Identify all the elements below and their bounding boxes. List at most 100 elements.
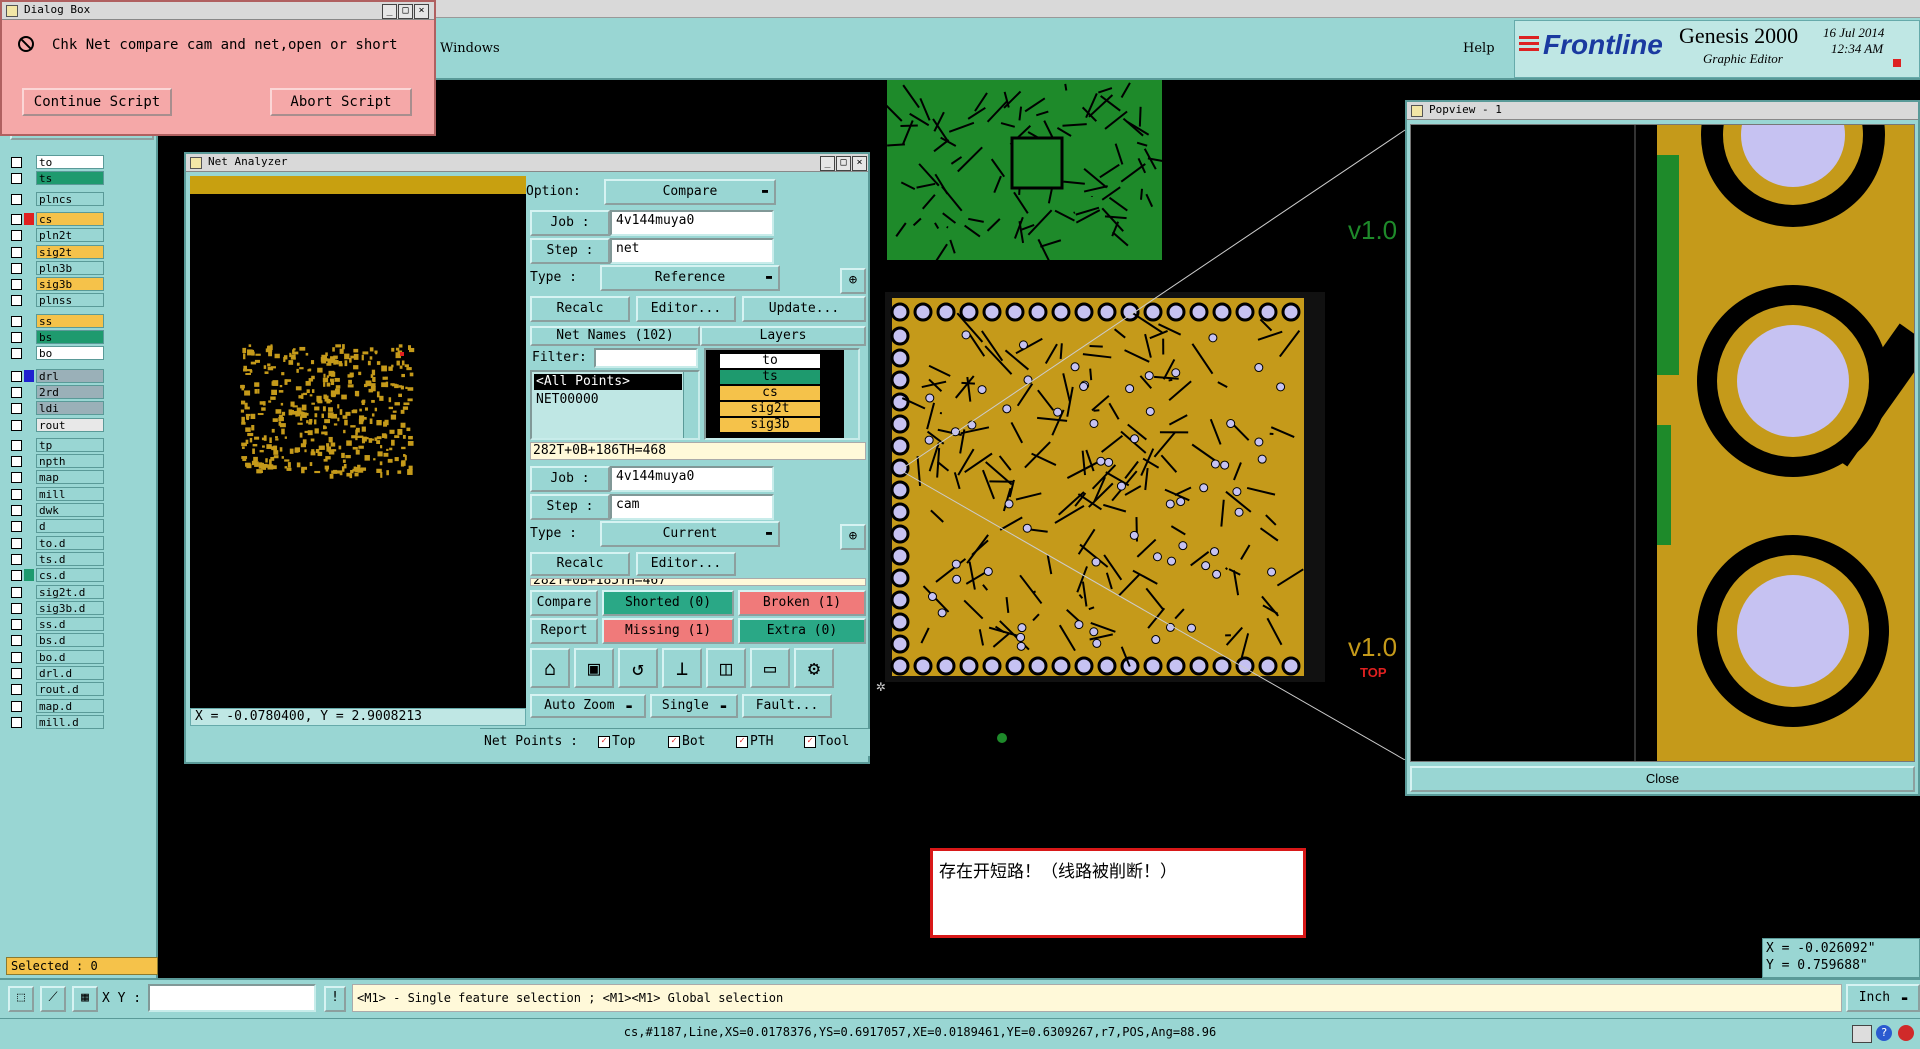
ruler-icon[interactable]: ▭ xyxy=(750,648,790,688)
layer-checkbox[interactable] xyxy=(11,553,22,565)
np-top-checkbox[interactable]: ✓ xyxy=(598,736,610,748)
layer-row[interactable]: d xyxy=(8,519,104,534)
shorted-button[interactable]: Shorted (0) xyxy=(602,590,734,616)
layer-row[interactable]: ts xyxy=(8,171,104,186)
layer-row[interactable]: plnss xyxy=(8,293,104,308)
layer-name[interactable]: mill xyxy=(36,486,104,501)
layer-row[interactable]: bs xyxy=(8,330,104,344)
layer-checkbox[interactable] xyxy=(11,668,22,679)
layer-checkbox[interactable] xyxy=(11,537,22,549)
abort-script-button[interactable]: Abort Script xyxy=(270,88,412,116)
np-tool-checkbox[interactable]: ✓ xyxy=(804,736,816,748)
layer-checkbox[interactable] xyxy=(11,505,22,516)
layer-row[interactable]: mill.d xyxy=(8,714,104,729)
layer-name[interactable]: dwk xyxy=(36,503,104,517)
ref-step-field[interactable]: net xyxy=(610,238,774,264)
help-icon[interactable]: ? xyxy=(1876,1025,1892,1041)
layer-name[interactable]: sig3b xyxy=(36,277,104,292)
layer-name[interactable]: ts xyxy=(36,171,104,186)
auto-zoom-dropdown[interactable]: Auto Zoom ▬ xyxy=(530,694,646,718)
layer-checkbox[interactable] xyxy=(11,602,22,614)
layer-row[interactable]: sig3b.d xyxy=(8,600,104,615)
layer-checkbox[interactable] xyxy=(11,439,22,451)
layer-checkbox[interactable] xyxy=(11,456,22,468)
layer-checkbox[interactable] xyxy=(11,700,22,712)
layer-row[interactable]: dwk xyxy=(8,503,104,517)
layer-row[interactable]: map.d xyxy=(8,698,104,713)
layer-row[interactable]: cs xyxy=(8,211,104,226)
dialog-title-bar[interactable]: Dialog Box xyxy=(2,2,434,20)
layers-list-item[interactable]: sig3b xyxy=(720,418,820,432)
layer-name[interactable]: to.d xyxy=(36,535,104,550)
layer-row[interactable]: plncs xyxy=(8,191,104,206)
net-analyzer-maximize-button[interactable]: □ xyxy=(836,156,851,171)
windows-menu[interactable]: Windows xyxy=(440,41,500,56)
help-menu[interactable]: Help xyxy=(1463,41,1495,56)
layer-name[interactable]: mill.d xyxy=(36,714,104,729)
missing-button[interactable]: Missing (1) xyxy=(602,618,734,644)
layer-row[interactable]: drl.d xyxy=(8,666,104,680)
layer-name[interactable]: ss xyxy=(36,313,104,328)
layer-name[interactable]: plnss xyxy=(36,293,104,308)
layer-checkbox[interactable] xyxy=(11,586,22,598)
popview-title-bar[interactable]: Popview - 1 xyxy=(1407,102,1918,120)
layer-name[interactable]: sig3b.d xyxy=(36,600,104,615)
cur-zoom-button[interactable]: ⊕ xyxy=(840,524,866,550)
layer-name[interactable]: bs.d xyxy=(36,633,104,648)
layer-row[interactable]: bo xyxy=(8,346,104,361)
cur-type-dropdown[interactable]: Current ▬ xyxy=(600,521,780,547)
layer-row[interactable]: pln3b xyxy=(8,260,104,275)
net-analyzer-title-bar[interactable]: Net Analyzer xyxy=(186,154,868,172)
layer-checkbox[interactable] xyxy=(11,193,22,205)
layers-list-item[interactable]: to xyxy=(720,354,820,368)
layer-row[interactable]: map xyxy=(8,470,104,485)
layer-row[interactable]: sig2t xyxy=(8,244,104,259)
layer-checkbox[interactable] xyxy=(11,262,22,274)
layer-checkbox[interactable] xyxy=(11,246,22,258)
layer-name[interactable]: drl.d xyxy=(36,666,104,680)
layer-row[interactable]: tp xyxy=(8,437,104,452)
layer-name[interactable]: rout.d xyxy=(36,682,104,697)
layer-checkbox[interactable] xyxy=(11,716,22,728)
ref-job-field[interactable]: 4v144muya0 xyxy=(610,210,774,236)
net-analyzer-close-button[interactable]: × xyxy=(852,156,867,171)
layer-name[interactable]: ss.d xyxy=(36,617,104,632)
layer-row[interactable]: to xyxy=(8,155,104,169)
tab-layers[interactable]: Layers xyxy=(700,326,866,346)
ref-recalc-button[interactable]: Recalc xyxy=(530,296,630,322)
compare-button[interactable]: Compare xyxy=(530,590,598,616)
layer-name[interactable]: rout xyxy=(36,417,104,432)
layer-name[interactable]: to xyxy=(36,155,104,169)
net-names-list[interactable]: <All Points> NET00000 xyxy=(530,370,700,440)
filter-input[interactable] xyxy=(594,348,698,368)
layer-row[interactable]: 2rd xyxy=(8,384,104,399)
alert-icon[interactable]: ! xyxy=(324,986,346,1012)
layer-row[interactable]: pln2t xyxy=(8,228,104,243)
np-pth-checkbox[interactable]: ✓ xyxy=(736,736,748,748)
layer-checkbox[interactable] xyxy=(11,684,22,696)
list-item[interactable]: <All Points> xyxy=(534,374,682,390)
layer-checkbox[interactable] xyxy=(11,230,22,242)
np-bot-checkbox[interactable]: ✓ xyxy=(668,736,680,748)
layer-row[interactable]: drl xyxy=(8,368,104,383)
layer-name[interactable]: bo xyxy=(36,346,104,361)
home-icon[interactable]: ⌂ xyxy=(530,648,570,688)
layer-checkbox[interactable] xyxy=(11,157,22,168)
cur-editor-button[interactable]: Editor... xyxy=(636,552,736,576)
scrollbar-vertical[interactable] xyxy=(683,372,698,438)
layer-checkbox[interactable] xyxy=(11,279,22,291)
layer-name[interactable]: d xyxy=(36,519,104,534)
layer-checkbox[interactable] xyxy=(11,472,22,484)
layer-checkbox[interactable] xyxy=(11,488,22,500)
config-icon[interactable]: ⚙ xyxy=(794,648,834,688)
popview-close-button[interactable]: Close xyxy=(1410,766,1915,792)
continue-script-button[interactable]: Continue Script xyxy=(22,88,172,116)
layer-name[interactable]: bs xyxy=(36,330,104,344)
layer-row[interactable]: rout xyxy=(8,417,104,432)
layer-name[interactable]: cs xyxy=(36,211,104,226)
select-tool-icon[interactable]: ⬚ xyxy=(8,986,34,1012)
layer-row[interactable]: ss.d xyxy=(8,617,104,632)
list-item[interactable]: NET00000 xyxy=(534,392,682,408)
layer-checkbox[interactable] xyxy=(11,173,22,185)
layer-name[interactable]: bo.d xyxy=(36,649,104,664)
